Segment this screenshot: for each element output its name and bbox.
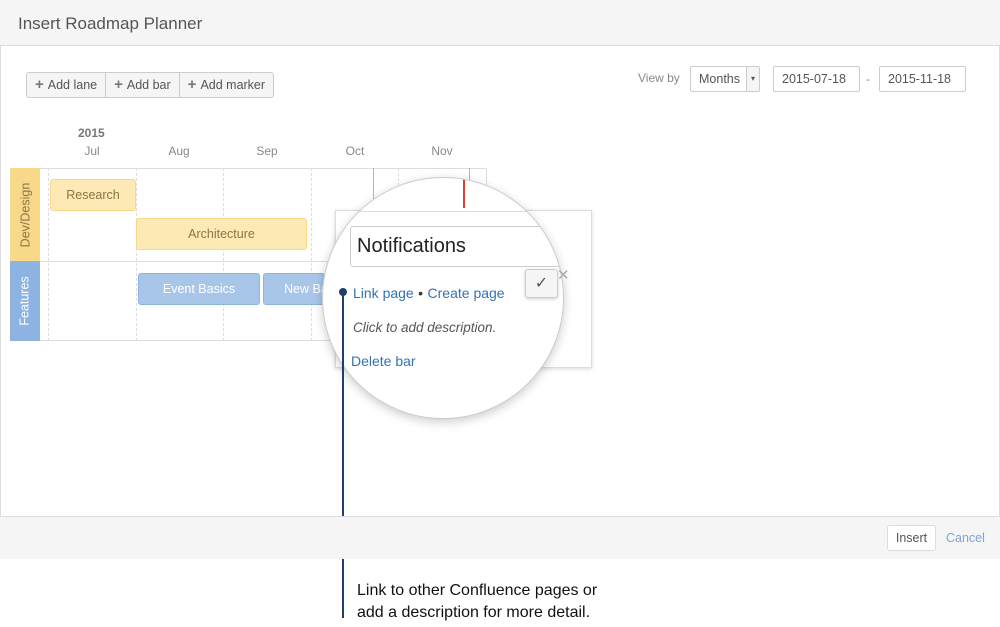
description-field[interactable]: Click to add description. xyxy=(353,320,496,335)
marker-line xyxy=(463,178,465,208)
toolbar: + Add lane + Add bar + Add marker xyxy=(26,72,275,98)
bar-title-input[interactable]: Notifications xyxy=(350,226,563,267)
bar-research[interactable]: Research xyxy=(50,179,136,211)
annotation-text: Link to other Confluence pages or add a … xyxy=(357,582,598,621)
lane-label-features[interactable]: Features xyxy=(10,261,40,341)
view-by-label: View by xyxy=(638,71,680,85)
view-by-select[interactable]: Months ▾ xyxy=(690,66,760,92)
lane-divider xyxy=(323,211,563,212)
month-label: Oct xyxy=(345,144,365,158)
plus-icon: + xyxy=(35,76,44,93)
magnifier-circle: Notifications ✓ Link page • Create page … xyxy=(322,177,564,419)
add-bar-button[interactable]: + Add bar xyxy=(106,73,180,97)
close-icon[interactable]: ✕ xyxy=(557,266,570,284)
callout-dot xyxy=(339,288,347,296)
month-label: Jul xyxy=(84,144,100,158)
add-marker-button[interactable]: + Add marker xyxy=(180,73,273,97)
bar-new[interactable]: New Ba xyxy=(263,273,325,305)
end-date-input[interactable]: 2015-11-18 xyxy=(879,66,966,92)
add-lane-button[interactable]: + Add lane xyxy=(27,73,107,97)
month-label: Nov xyxy=(431,144,453,158)
check-icon[interactable]: ✓ xyxy=(525,269,558,298)
year-label: 2015 xyxy=(78,126,105,140)
insert-button[interactable]: Insert xyxy=(887,525,936,551)
gridline xyxy=(136,168,137,341)
gridline xyxy=(48,168,49,341)
bullet: • xyxy=(418,285,424,301)
lane-label-dev-design[interactable]: Dev/Design xyxy=(10,168,40,261)
gridline xyxy=(311,168,312,341)
bar-event-basics[interactable]: Event Basics xyxy=(138,273,260,305)
bar-architecture[interactable]: Architecture xyxy=(136,218,307,250)
month-label: Aug xyxy=(168,144,190,158)
dialog-title: Insert Roadmap Planner xyxy=(0,0,1000,46)
create-page-link[interactable]: Create page xyxy=(428,285,505,301)
dialog-footer xyxy=(0,516,1000,559)
cancel-link[interactable]: Cancel xyxy=(946,531,985,545)
month-label: Sep xyxy=(256,144,278,158)
gridline xyxy=(223,168,224,341)
plus-icon: + xyxy=(187,76,197,93)
date-separator: - xyxy=(866,72,870,86)
delete-bar-link[interactable]: Delete bar xyxy=(351,353,416,369)
chevron-down-icon: ▾ xyxy=(746,67,759,91)
callout-line xyxy=(342,293,344,618)
link-page-link[interactable]: Link page xyxy=(353,285,414,301)
start-date-input[interactable]: 2015-07-18 xyxy=(773,66,860,92)
plus-icon: + xyxy=(114,76,123,93)
